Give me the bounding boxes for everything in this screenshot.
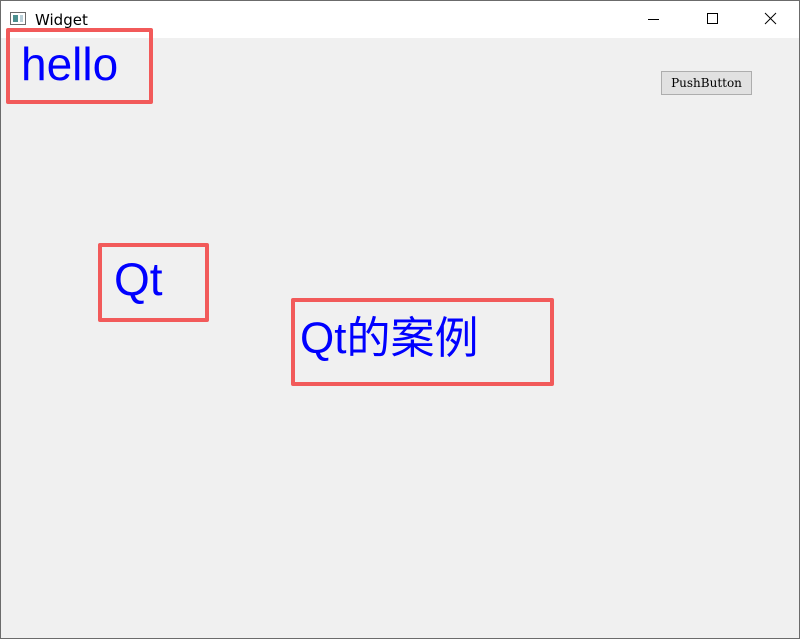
close-button[interactable] [747, 1, 793, 38]
push-button[interactable]: PushButton [661, 71, 752, 95]
minimize-icon [648, 19, 659, 20]
widget-client-area: hello Qt Qt的案例 PushButton [1, 28, 799, 638]
app-icon-pane [13, 15, 18, 22]
highlight-box-qt [98, 243, 209, 322]
minimize-button[interactable] [633, 1, 679, 38]
app-icon-pane-2 [20, 15, 23, 22]
maximize-icon [707, 13, 718, 24]
highlight-box-hello [6, 28, 153, 104]
maximize-button[interactable] [689, 1, 735, 38]
widget-window: Widget hello Qt Qt的案例 PushButton [0, 0, 800, 639]
app-window-icon [10, 12, 26, 25]
window-title: Widget [35, 11, 88, 29]
highlight-box-qt-case [291, 298, 554, 386]
close-icon [764, 12, 777, 25]
